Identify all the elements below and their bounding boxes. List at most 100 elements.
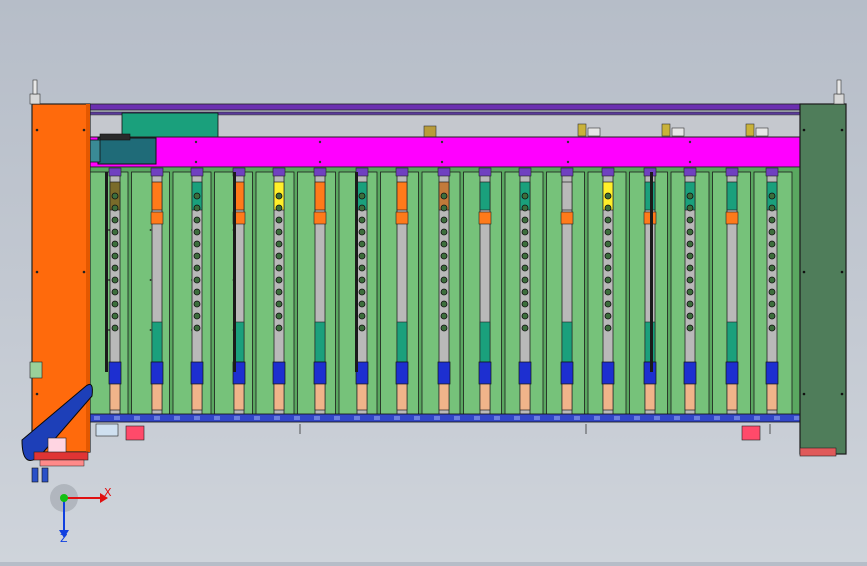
chain-link xyxy=(358,204,366,212)
blue-segment xyxy=(560,361,574,385)
peach-segment xyxy=(314,383,326,411)
blue-segment xyxy=(725,361,739,385)
right-cap-knob xyxy=(836,79,842,95)
fitting-cap xyxy=(755,127,769,137)
peach-segment xyxy=(273,383,285,411)
column-teal xyxy=(151,321,163,363)
chain-link xyxy=(768,300,776,308)
rail-tooth xyxy=(134,416,140,420)
chain-link xyxy=(275,264,283,272)
fitting xyxy=(577,123,587,137)
rail-tooth xyxy=(194,416,200,420)
column-top-cap xyxy=(518,167,532,177)
chain-link xyxy=(275,228,283,236)
fitting xyxy=(745,123,755,137)
motor-body xyxy=(97,137,157,165)
separator xyxy=(355,172,358,372)
panel xyxy=(131,171,170,416)
chain-link xyxy=(111,240,119,248)
beam-bolt xyxy=(318,160,322,164)
peach-segment xyxy=(519,383,531,411)
chain-link xyxy=(193,252,201,260)
column-top-cap xyxy=(601,167,615,177)
column-top-cap xyxy=(395,167,409,177)
rail-tooth xyxy=(734,416,740,420)
blue-segment xyxy=(395,361,409,385)
panel-rivet xyxy=(149,329,152,331)
top-rail xyxy=(87,103,805,111)
column-top-cap xyxy=(478,167,492,177)
chain-link xyxy=(440,288,448,296)
lower-bracket xyxy=(125,425,145,441)
rail-tooth xyxy=(174,416,180,420)
chain-link xyxy=(768,228,776,236)
column-top-cap xyxy=(560,167,574,177)
peach-segment xyxy=(644,383,656,411)
column-teal xyxy=(726,321,738,363)
chain-link xyxy=(768,252,776,260)
chain-link xyxy=(686,264,694,272)
chain-link xyxy=(604,276,612,284)
chain-link xyxy=(604,228,612,236)
chain-link xyxy=(521,264,529,272)
peach-segment xyxy=(766,383,778,411)
blue-segment xyxy=(437,361,451,385)
peach-segment xyxy=(479,383,491,411)
chain-link xyxy=(686,276,694,284)
beam-bolt xyxy=(440,140,444,144)
housing-bolt xyxy=(802,392,806,396)
chain-link xyxy=(604,324,612,332)
panel-rivet xyxy=(149,229,152,231)
chain-link xyxy=(768,216,776,224)
blue-segment xyxy=(601,361,615,385)
x-axis-label: X xyxy=(104,486,112,499)
column-top-cap xyxy=(108,167,122,177)
rail-tooth xyxy=(694,416,700,420)
rail-tooth xyxy=(274,416,280,420)
chain-link xyxy=(193,288,201,296)
chain-link xyxy=(440,276,448,284)
chain-link xyxy=(768,240,776,248)
panel-rivet xyxy=(149,279,152,281)
orange-clamp xyxy=(313,211,327,225)
housing-bolt xyxy=(840,128,844,132)
chain-link xyxy=(193,204,201,212)
peach-segment xyxy=(602,383,614,411)
chain-link xyxy=(521,288,529,296)
chain-link xyxy=(440,264,448,272)
chain-link xyxy=(440,240,448,248)
housing-bolt xyxy=(802,270,806,274)
column-teal xyxy=(479,321,491,363)
orange-clamp xyxy=(560,211,574,225)
housing-bolt xyxy=(82,270,86,274)
beam-bolt xyxy=(688,140,692,144)
chain-link xyxy=(111,192,119,200)
rail-tooth xyxy=(414,416,420,420)
chain-link xyxy=(768,264,776,272)
peach-segment xyxy=(438,383,450,411)
housing-bolt xyxy=(82,128,86,132)
chain-link xyxy=(521,240,529,248)
chain-link xyxy=(193,240,201,248)
chain-link xyxy=(275,240,283,248)
cad-model-drawing[interactable] xyxy=(0,0,867,562)
chain-link xyxy=(275,204,283,212)
column-top-cap xyxy=(150,167,164,177)
housing-bolt xyxy=(840,392,844,396)
chain-link xyxy=(193,312,201,320)
chain-link xyxy=(604,204,612,212)
rail-tooth xyxy=(214,416,220,420)
left-cap-top xyxy=(29,93,41,105)
chain-link xyxy=(521,192,529,200)
chain-link xyxy=(358,192,366,200)
chain-link xyxy=(111,216,119,224)
chain-link xyxy=(686,252,694,260)
column-top-cap xyxy=(272,167,286,177)
chain-link xyxy=(440,300,448,308)
rail-tooth xyxy=(774,416,780,420)
column-top-cap xyxy=(683,167,697,177)
chain-link xyxy=(111,264,119,272)
chain-link xyxy=(440,192,448,200)
chain-link xyxy=(358,264,366,272)
cad-viewport[interactable] xyxy=(0,0,867,562)
